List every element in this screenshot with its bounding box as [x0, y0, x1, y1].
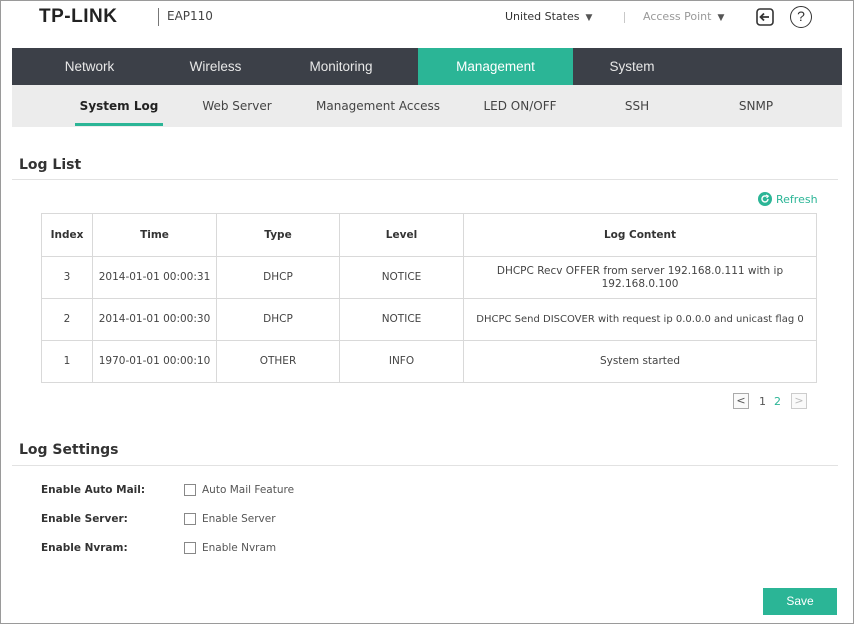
tab-system[interactable]: System [573, 48, 691, 85]
cell-content: DHCPC Recv OFFER from server 192.168.0.1… [463, 256, 817, 299]
checkbox-label[interactable]: Auto Mail Feature [202, 484, 294, 496]
next-page-button[interactable]: > [791, 393, 807, 409]
logout-icon[interactable] [755, 7, 775, 27]
tab-wireless[interactable]: Wireless [167, 48, 264, 85]
subtab-ssh[interactable]: SSH [610, 85, 664, 127]
region-value: United States [505, 10, 580, 23]
region-select[interactable]: United States ▼ [505, 10, 592, 23]
table-row: 3 2014-01-01 00:00:31 DHCP NOTICE DHCPC … [41, 256, 817, 299]
enable-nvram-checkbox[interactable] [184, 542, 196, 554]
subtab-system-log[interactable]: System Log [75, 85, 163, 127]
refresh-label: Refresh [776, 192, 818, 206]
prev-page-button[interactable]: < [733, 393, 749, 409]
cell-type: DHCP [216, 256, 340, 299]
cell-index: 1 [41, 340, 93, 383]
setting-label: Enable Server: [41, 513, 128, 525]
cell-content: System started [463, 340, 817, 383]
setting-auto-mail: Enable Auto Mail: Auto Mail Feature [41, 482, 294, 498]
logo-divider [158, 8, 159, 26]
table-header-row: Index Time Type Level Log Content [41, 213, 817, 257]
tab-network[interactable]: Network [12, 48, 167, 85]
log-table: Index Time Type Level Log Content 3 2014… [41, 213, 817, 383]
brand-logo: TP-LINK [39, 6, 118, 27]
section-divider [12, 179, 838, 180]
section-divider [12, 465, 838, 466]
enable-server-checkbox[interactable] [184, 513, 196, 525]
mode-select[interactable]: Access Point ▼ [643, 10, 724, 23]
cell-index: 2 [41, 298, 93, 341]
log-settings-title: Log Settings [19, 442, 119, 458]
refresh-button[interactable]: Refresh [758, 192, 818, 206]
table-row: 1 1970-01-01 00:00:10 OTHER INFO System … [41, 340, 817, 383]
setting-label: Enable Nvram: [41, 542, 128, 554]
checkbox-label[interactable]: Enable Nvram [202, 542, 276, 554]
setting-server: Enable Server: Enable Server [41, 511, 276, 527]
column-header-time: Time [92, 213, 217, 257]
cell-level: NOTICE [339, 298, 464, 341]
cell-time: 2014-01-01 00:00:31 [92, 256, 217, 299]
cell-level: INFO [339, 340, 464, 383]
checkbox-label[interactable]: Enable Server [202, 513, 276, 525]
column-header-index: Index [41, 213, 93, 257]
cell-type: DHCP [216, 298, 340, 341]
cell-time: 1970-01-01 00:00:10 [92, 340, 217, 383]
log-list-title: Log List [19, 157, 82, 173]
column-header-log-content: Log Content [463, 213, 817, 257]
chevron-down-icon: ▼ [585, 13, 593, 23]
mode-value: Access Point [643, 10, 712, 23]
refresh-icon [758, 192, 772, 206]
pagination: < 1 2 > [733, 393, 807, 409]
page-1[interactable]: 1 [759, 395, 766, 408]
device-model: EAP110 [167, 9, 213, 23]
setting-label: Enable Auto Mail: [41, 484, 146, 496]
subtab-management-access[interactable]: Management Access [312, 85, 444, 127]
subtab-led[interactable]: LED ON/OFF [474, 85, 566, 127]
column-header-level: Level [339, 213, 464, 257]
cell-time: 2014-01-01 00:00:30 [92, 298, 217, 341]
header-divider [624, 12, 625, 23]
cell-level: NOTICE [339, 256, 464, 299]
chevron-down-icon: ▼ [717, 13, 725, 23]
cell-content: DHCPC Send DISCOVER with request ip 0.0.… [463, 298, 817, 341]
column-header-type: Type [216, 213, 340, 257]
cell-type: OTHER [216, 340, 340, 383]
tab-monitoring[interactable]: Monitoring [264, 48, 418, 85]
header: TP-LINK EAP110 United States ▼ Access Poi… [12, 0, 842, 48]
save-button[interactable]: Save [763, 588, 837, 615]
auto-mail-checkbox[interactable] [184, 484, 196, 496]
tab-management[interactable]: Management [418, 48, 573, 85]
help-icon[interactable]: ? [790, 6, 812, 28]
subtab-web-server[interactable]: Web Server [192, 85, 282, 127]
cell-index: 3 [41, 256, 93, 299]
subtab-snmp[interactable]: SNMP [726, 85, 786, 127]
page-2[interactable]: 2 [774, 395, 781, 408]
active-tab-indicator [75, 123, 163, 126]
main-nav: Network Wireless Monitoring Management S… [12, 48, 842, 85]
table-row: 2 2014-01-01 00:00:30 DHCP NOTICE DHCPC … [41, 298, 817, 341]
setting-nvram: Enable Nvram: Enable Nvram [41, 540, 276, 556]
sub-nav: System Log Web Server Management Access … [12, 85, 842, 127]
